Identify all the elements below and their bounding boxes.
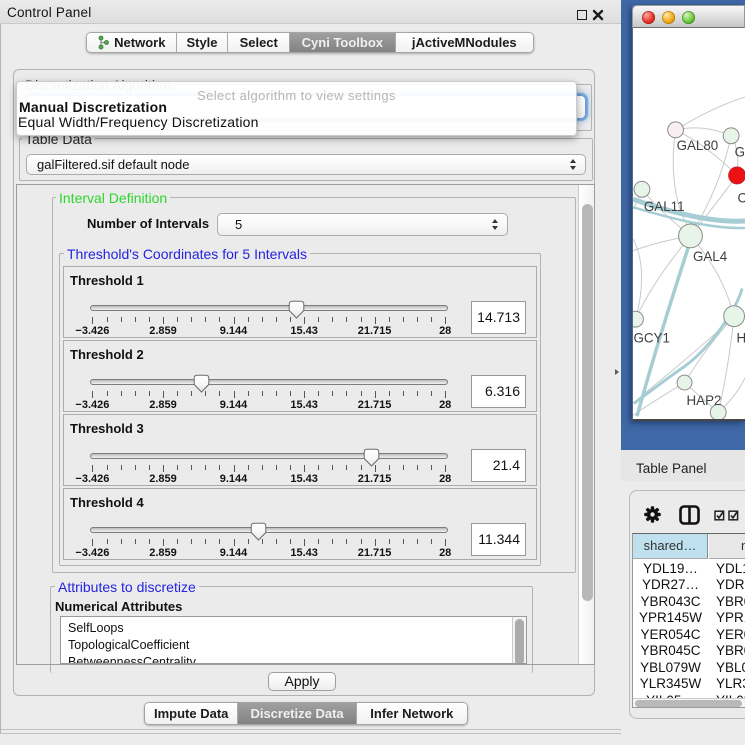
svg-text:GCY1: GCY1 [633,330,669,345]
svg-text:GA: GA [735,145,745,160]
svg-text:HAP2: HAP2 [687,393,722,408]
svg-text:CR: CR [738,191,745,206]
svg-text:GAL80: GAL80 [677,138,719,153]
svg-text:HA: HA [737,330,745,345]
svg-text:GAL4: GAL4 [693,249,728,264]
svg-text:GAL11: GAL11 [644,199,685,214]
